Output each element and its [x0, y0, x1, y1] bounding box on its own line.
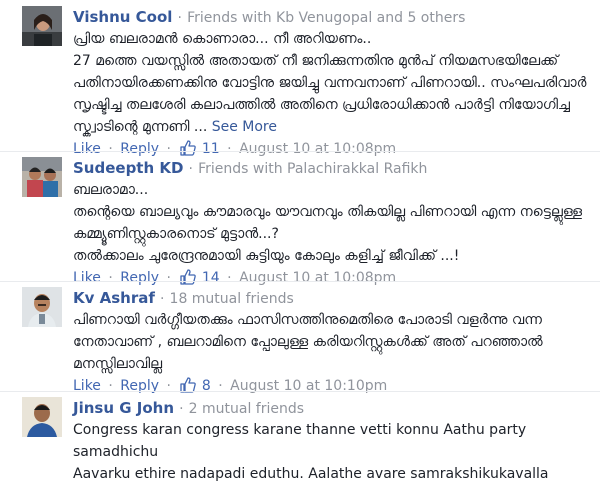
separator: ·	[108, 141, 113, 157]
author-name[interactable]: Sudeepth KD	[73, 159, 183, 177]
like-button[interactable]: Like	[73, 270, 101, 286]
comment-line: നേതാവാണ് , ബലറാമിനെ പ്പോലുള്ള കരിയറിസ്റ്…	[73, 334, 543, 350]
separator: ·	[166, 141, 171, 157]
comment-line: പതിനായിരക്കണക്കിനു വോട്ടിനു ജയിച്ചു വന്ന…	[73, 75, 587, 91]
comment-line: മനസ്സിലാവില്ല	[73, 356, 163, 372]
avatar[interactable]	[22, 6, 62, 46]
see-more-link[interactable]: See More	[212, 119, 277, 135]
divider	[0, 151, 600, 152]
author-name[interactable]: Vishnu Cool	[73, 8, 172, 26]
comment-line: തൽക്കാലം ചുരേന്ദ്രനുമായി കുട്ടിയും കോലും…	[73, 248, 460, 264]
comment-line: സ്ക്വാടിന്റെ മുന്നണി ... See More	[73, 116, 592, 138]
comment-line: 27 മത്തെ വയസ്സിൽ അതായത് നീ ജനിക്കുന്നതിന…	[73, 53, 559, 69]
divider	[0, 281, 600, 282]
comment-line: കമ്മ്യൂണിസ്റ്റുകാരനൊട് മുട്ടാൻ...?	[73, 226, 279, 242]
reply-button[interactable]: Reply	[120, 270, 159, 286]
comment-text: പ്രിയ ബലരാമൻ കൊണാരാ... നീ അറിയണം.. 27 മത…	[73, 28, 592, 138]
friend-context[interactable]: Friends with Kb Venugopal and 5 others	[187, 10, 465, 26]
comment-header: Vishnu Cool · Friends with Kb Venugopal …	[73, 6, 592, 28]
comment-line: പിണറായി വർഗ്ഗീയതക്കും ഫാസിസത്തിനുമെതിരെ …	[73, 312, 542, 328]
avatar[interactable]	[22, 287, 62, 327]
author-name[interactable]: Jinsu G John	[73, 399, 174, 417]
timestamp[interactable]: August 10 at 10:08pm	[239, 141, 396, 157]
comment-line: തന്റെയെ ബാല്യവും കൗമാരവും യൗവനവും തികയില…	[73, 204, 583, 220]
comment-header: Kv Ashraf · 18 mutual friends	[73, 287, 592, 309]
comment-line: പ്രിയ ബലരാമൻ കൊണാരാ... നീ അറിയണം..	[73, 31, 372, 47]
comment-actions: Like · Reply · 14 · August 10 at 10:08pm	[73, 267, 592, 289]
friend-context[interactable]: 2 mutual friends	[189, 401, 304, 417]
comment-actions: Like · Reply · 8 · August 10 at 10:10pm	[73, 375, 592, 397]
separator: ·	[159, 291, 165, 307]
comment-body: Vishnu Cool · Friends with Kb Venugopal …	[73, 6, 592, 160]
comment-text: പിണറായി വർഗ്ഗീയതക്കും ഫാസിസത്തിനുമെതിരെ …	[73, 309, 592, 375]
separator: ·	[108, 270, 113, 286]
timestamp[interactable]: August 10 at 10:08pm	[239, 270, 396, 286]
separator: ·	[227, 141, 232, 157]
like-count[interactable]: 14	[202, 270, 220, 286]
friend-context[interactable]: Friends with Palachirakkal Rafikh	[198, 161, 427, 177]
friend-context[interactable]: 18 mutual friends	[170, 291, 294, 307]
comment-line: സൃഷ്ടിച്ച തലശേരി കലാപത്തിൽ അതിനെ പ്രധിരോ…	[73, 97, 570, 113]
comment-body: Jinsu G John · 2 mutual friends Congress…	[73, 397, 592, 485]
comment-line-text: സ്ക്വാടിന്റെ മുന്നണി ...	[73, 119, 208, 135]
avatar[interactable]	[22, 157, 62, 197]
comment-line: ബലരാമാ...	[73, 182, 149, 198]
separator: ·	[166, 270, 171, 286]
comment-text: ബലരാമാ... തന്റെയെ ബാല്യവും കൗമാരവും യൗവന…	[73, 179, 592, 267]
avatar[interactable]	[22, 397, 62, 437]
separator: ·	[227, 270, 232, 286]
separator: ·	[177, 10, 182, 26]
comment-header: Sudeepth KD · Friends with Palachirakkal…	[73, 157, 592, 179]
separator: ·	[179, 401, 184, 417]
like-button[interactable]: Like	[73, 141, 101, 157]
comment-thread: Vishnu Cool · Friends with Kb Venugopal …	[0, 0, 600, 482]
comment-body: Sudeepth KD · Friends with Palachirakkal…	[73, 157, 592, 289]
author-name[interactable]: Kv Ashraf	[73, 289, 155, 307]
reply-button[interactable]: Reply	[120, 141, 159, 157]
comment-body: Kv Ashraf · 18 mutual friends പിണറായി വർ…	[73, 287, 592, 397]
comment-text: Congress karan congress karane thanne ve…	[73, 419, 592, 485]
comment-line: Aavarku ethire nadapadi eduthu. Aalathe …	[73, 466, 549, 482]
divider	[0, 391, 600, 392]
separator: ·	[188, 161, 193, 177]
like-count[interactable]: 11	[202, 141, 220, 157]
comment-line: Congress karan congress karane thanne ve…	[73, 422, 527, 460]
comment-header: Jinsu G John · 2 mutual friends	[73, 397, 592, 419]
